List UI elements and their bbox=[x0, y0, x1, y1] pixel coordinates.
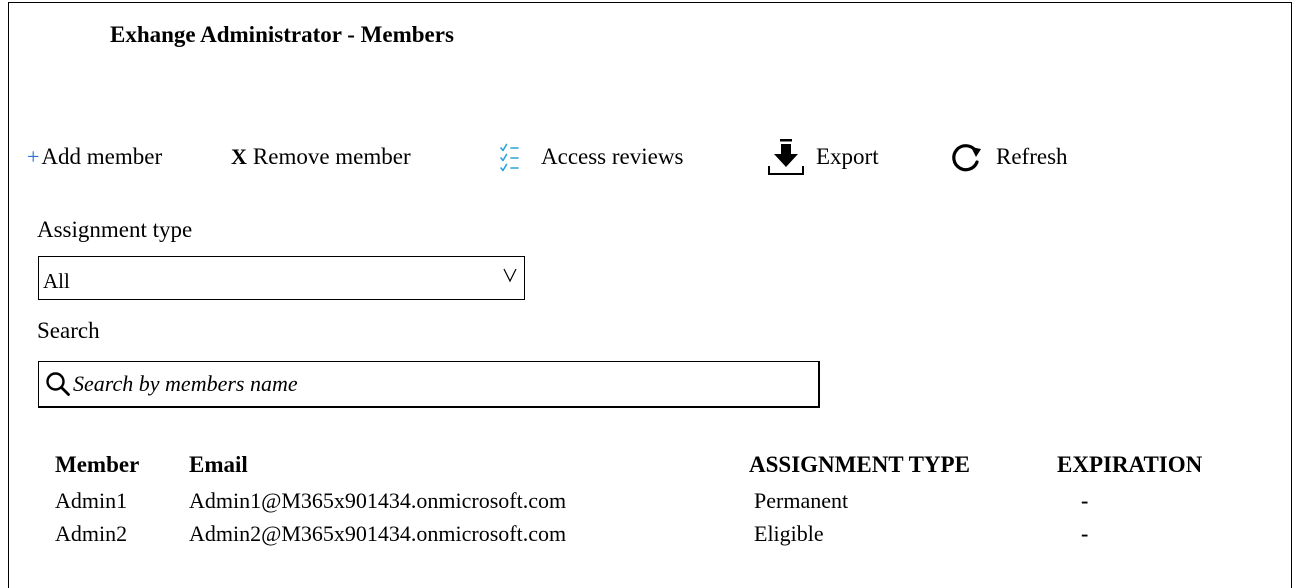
assignment-type-value: All bbox=[43, 269, 70, 293]
column-header-member[interactable]: Member bbox=[55, 452, 139, 478]
search-label: Search bbox=[37, 318, 100, 343]
column-header-expiration[interactable]: EXPIRATION bbox=[1057, 452, 1202, 478]
column-header-email[interactable]: Email bbox=[189, 452, 248, 478]
search-input[interactable] bbox=[73, 371, 773, 397]
access-reviews-label: Access reviews bbox=[541, 144, 684, 169]
add-member-label: Add member bbox=[41, 144, 163, 169]
assignment-type-dropdown[interactable]: All bbox=[38, 256, 525, 300]
member-email-cell: Admin1@M365x901434.onmicrosoft.com bbox=[189, 488, 567, 513]
assignment-type-label: Assignment type bbox=[37, 217, 193, 242]
page-title: Exhange Administrator - Members bbox=[110, 22, 454, 47]
refresh-button[interactable]: Refresh bbox=[948, 140, 1068, 174]
member-name-cell: Admin2 bbox=[55, 521, 128, 546]
remove-member-button[interactable]: X Remove member bbox=[231, 140, 411, 174]
checklist-icon bbox=[497, 140, 541, 174]
plus-icon: + bbox=[27, 144, 40, 169]
add-member-button[interactable]: + Add member bbox=[27, 140, 162, 174]
assignment-type-cell: Permanent bbox=[754, 488, 849, 513]
search-icon bbox=[45, 371, 71, 397]
remove-member-label: Remove member bbox=[252, 144, 411, 169]
column-header-assignment-type[interactable]: ASSIGNMENT TYPE bbox=[749, 452, 970, 478]
expiration-cell: - bbox=[1081, 521, 1089, 546]
expiration-cell: - bbox=[1081, 488, 1089, 513]
refresh-label: Refresh bbox=[996, 144, 1068, 169]
member-email-cell: Admin2@M365x901434.onmicrosoft.com bbox=[189, 521, 567, 546]
access-reviews-button[interactable]: Access reviews bbox=[497, 140, 683, 174]
export-label: Export bbox=[816, 144, 879, 169]
refresh-icon bbox=[948, 139, 996, 175]
x-icon: X bbox=[231, 144, 247, 169]
export-button[interactable]: Export bbox=[766, 137, 879, 177]
member-name-cell: Admin1 bbox=[55, 488, 128, 513]
assignment-type-cell: Eligible bbox=[754, 521, 824, 546]
download-icon bbox=[766, 137, 816, 177]
chevron-down-icon bbox=[503, 267, 517, 288]
search-box[interactable] bbox=[38, 361, 820, 408]
